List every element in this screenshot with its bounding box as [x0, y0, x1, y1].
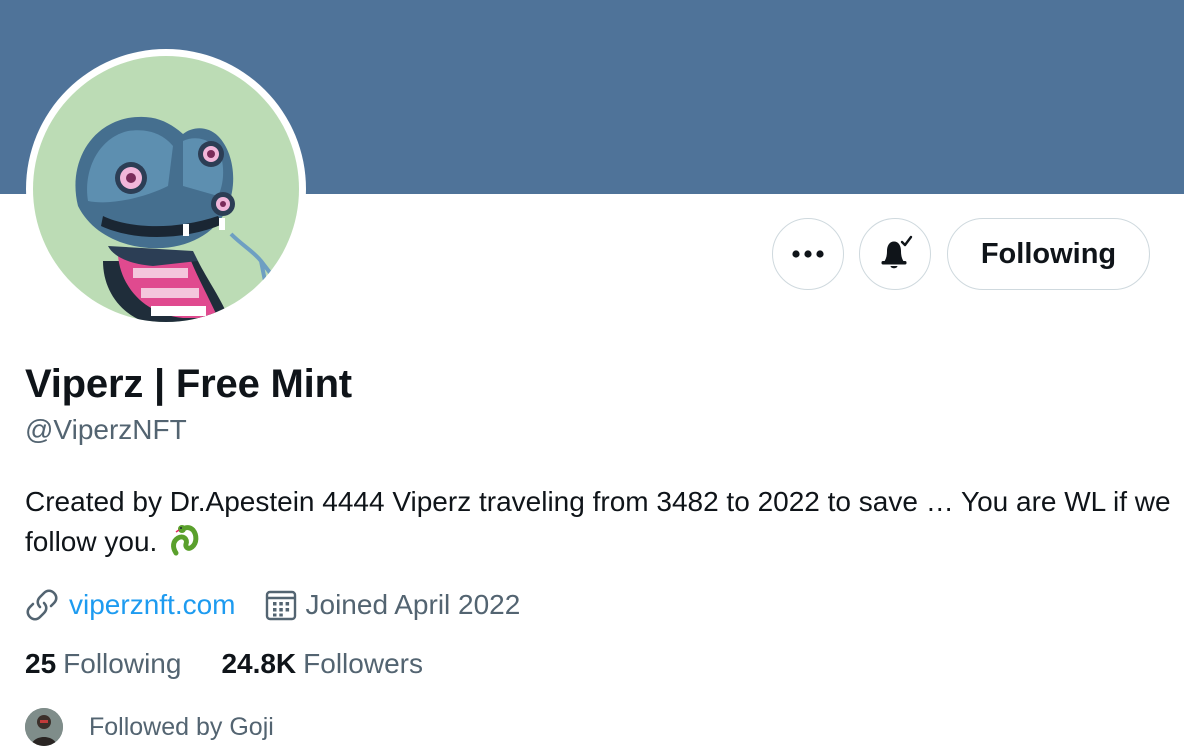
profile-bio: Created by Dr.Apestein 4444 Viperz trave…	[25, 482, 1175, 568]
following-button[interactable]: Following	[947, 218, 1150, 290]
followed-by-row[interactable]: Followed by Goji	[25, 708, 274, 746]
follower-avatar	[25, 708, 63, 746]
notifications-button[interactable]	[859, 218, 931, 290]
followers-count: 24.8K	[221, 648, 297, 679]
followers-label: Followers	[303, 648, 423, 679]
more-options-button[interactable]	[772, 218, 844, 290]
user-handle: @ViperzNFT	[25, 414, 187, 445]
website-link[interactable]: viperznft.com	[69, 589, 236, 621]
following-label: Following	[63, 648, 182, 679]
following-count: 25	[25, 648, 57, 679]
snake-emoji-icon	[169, 523, 201, 568]
more-dots-icon	[792, 250, 824, 258]
follow-stats: 25 Following 24.8K Followers	[25, 648, 463, 680]
joined-date: Joined April 2022	[305, 589, 521, 620]
profile-meta: viperznft.com Joined April 2022	[25, 586, 520, 624]
calendar-icon	[264, 588, 298, 622]
following-count-link[interactable]: 25 Following	[25, 648, 181, 680]
profile-avatar[interactable]	[26, 49, 306, 329]
profile-page: Following Viperz | Free Mint @ViperzNFT …	[0, 0, 1200, 749]
scrollbar-gutter	[1184, 0, 1200, 749]
link-icon	[25, 588, 59, 622]
avatar-image	[33, 56, 299, 322]
followed-by-text: Followed by Goji	[89, 712, 274, 741]
followers-count-link[interactable]: 24.8K Followers	[221, 648, 423, 680]
viper-avatar-artwork	[75, 116, 273, 322]
notifications-on-bell-icon	[881, 235, 913, 269]
display-name: Viperz | Free Mint	[25, 362, 352, 406]
